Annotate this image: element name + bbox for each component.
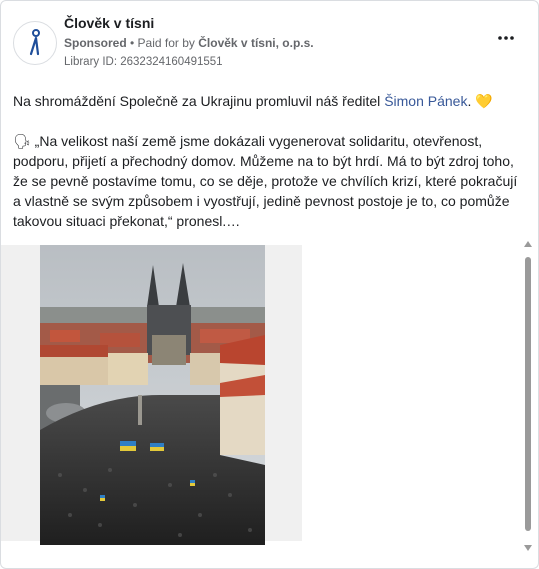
organization-logo-icon [15,23,55,63]
scrollbar-thumb[interactable] [525,257,531,531]
sponsored-label: Sponsored [64,36,127,50]
post-paragraph-1: Na shromáždění Společně za Ukrajinu prom… [13,91,518,111]
paid-by-name: Člověk v tísni, o.p.s. [198,36,314,50]
post-line1-text: Na shromáždění Společně za Ukrajinu prom… [13,93,385,109]
paid-prefix: Paid for by [137,36,199,50]
speaking-head-icon: 🗣 [13,133,31,149]
post-paragraph-2: 🗣 „Na velikost naší země jsme dokázali v… [13,131,518,231]
prague-square-image [40,245,265,545]
director-link[interactable]: Šimon Pánek [384,93,467,109]
post-text: Na shromáždění Společně za Ukrajinu prom… [13,91,518,231]
separator: • [126,36,138,50]
quote-text: „Na velikost naší země jsme dokázali vyg… [13,133,518,229]
yellow-heart-icon: 💛 [475,93,493,109]
ad-card: Člověk v tísni Sponsored • Paid for by Č… [0,0,539,569]
sponsored-line: Sponsored • Paid for by Člověk v tísni, … [64,36,314,50]
library-id: Library ID: 2632324160491551 [64,56,223,68]
scroll-down-icon[interactable] [524,545,532,551]
page-name[interactable]: Člověk v tísni [64,15,154,31]
ellipsis-icon [498,36,514,40]
scroll-up-icon[interactable] [524,241,532,247]
scrollbar[interactable] [522,237,534,557]
ad-header: Člověk v tísni Sponsored • Paid for by Č… [13,13,526,73]
rally-photo[interactable] [40,245,265,545]
media-container [1,245,302,545]
page-avatar[interactable] [13,21,57,65]
more-options-button[interactable] [494,31,518,45]
